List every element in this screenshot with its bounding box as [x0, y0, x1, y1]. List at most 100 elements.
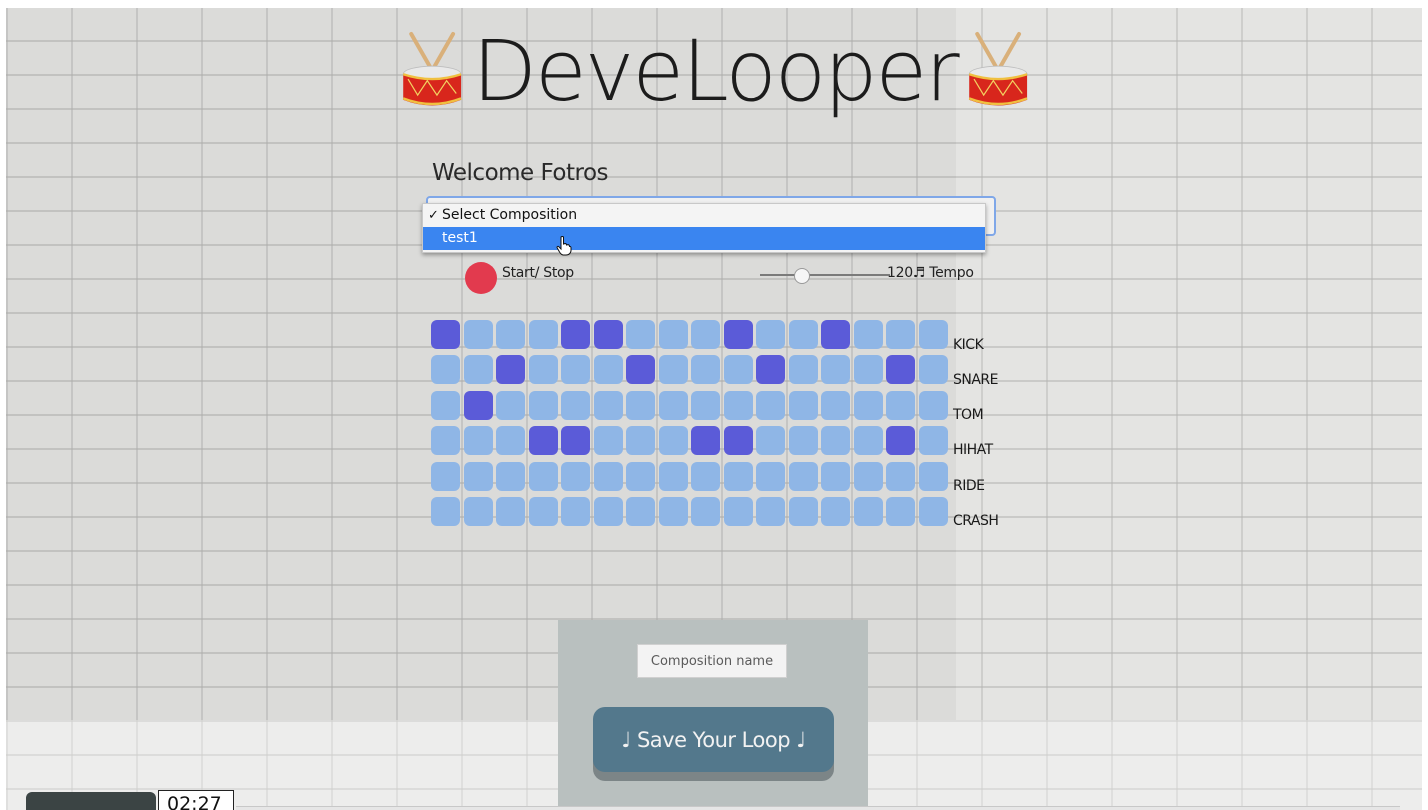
step-pad[interactable] — [658, 461, 688, 491]
step-pad[interactable] — [593, 461, 623, 491]
step-pad[interactable] — [593, 426, 623, 456]
step-pad[interactable] — [723, 320, 753, 349]
save-loop-button[interactable]: ♩ Save Your Loop ♩ — [593, 707, 834, 772]
step-pad[interactable] — [561, 355, 590, 385]
start-stop-button[interactable] — [465, 262, 497, 294]
step-pad[interactable] — [918, 426, 948, 456]
step-pad[interactable] — [431, 461, 460, 491]
step-pad[interactable] — [691, 390, 720, 420]
video-progress-bar[interactable] — [236, 806, 1400, 810]
dropdown-option-select-composition[interactable]: ✓ Select Composition — [423, 204, 985, 227]
step-pad[interactable] — [496, 320, 525, 349]
step-pad[interactable] — [821, 320, 850, 349]
step-pad[interactable] — [756, 320, 785, 349]
step-pad[interactable] — [463, 426, 493, 456]
step-pad[interactable] — [853, 426, 883, 456]
step-pad[interactable] — [528, 496, 558, 526]
step-pad[interactable] — [723, 496, 753, 526]
step-pad[interactable] — [463, 320, 493, 349]
step-pad[interactable] — [918, 355, 948, 385]
step-pad[interactable] — [723, 461, 753, 491]
dropdown-option-test1[interactable]: test1 — [423, 227, 985, 250]
step-pad[interactable] — [593, 355, 623, 385]
step-pad[interactable] — [561, 320, 590, 349]
step-pad[interactable] — [593, 390, 623, 420]
step-pad[interactable] — [886, 390, 915, 420]
step-pad[interactable] — [463, 461, 493, 491]
step-pad[interactable] — [528, 320, 558, 349]
step-pad[interactable] — [886, 426, 915, 456]
step-pad[interactable] — [528, 390, 558, 420]
step-pad[interactable] — [496, 461, 525, 491]
step-pad[interactable] — [626, 426, 655, 456]
step-pad[interactable] — [626, 496, 655, 526]
step-pad[interactable] — [561, 390, 590, 420]
step-pad[interactable] — [821, 496, 850, 526]
step-pad[interactable] — [431, 496, 460, 526]
step-pad[interactable] — [431, 320, 460, 349]
step-pad[interactable] — [496, 426, 525, 456]
step-pad[interactable] — [918, 461, 948, 491]
tempo-slider-thumb[interactable] — [794, 268, 810, 284]
step-pad[interactable] — [918, 496, 948, 526]
step-pad[interactable] — [821, 426, 850, 456]
step-pad[interactable] — [691, 426, 720, 456]
step-pad[interactable] — [886, 320, 915, 349]
step-pad[interactable] — [658, 496, 688, 526]
step-pad[interactable] — [886, 355, 915, 385]
step-pad[interactable] — [853, 390, 883, 420]
step-pad[interactable] — [918, 320, 948, 349]
step-pad[interactable] — [756, 426, 785, 456]
step-pad[interactable] — [561, 496, 590, 526]
step-pad[interactable] — [561, 426, 590, 456]
step-pad[interactable] — [561, 461, 590, 491]
composition-name-input[interactable] — [637, 644, 787, 678]
step-pad[interactable] — [821, 355, 850, 385]
step-pad[interactable] — [496, 390, 525, 420]
step-pad[interactable] — [626, 461, 655, 491]
step-pad[interactable] — [431, 390, 460, 420]
video-controls[interactable] — [26, 792, 156, 810]
step-pad[interactable] — [723, 355, 753, 385]
step-pad[interactable] — [593, 320, 623, 349]
step-pad[interactable] — [496, 496, 525, 526]
step-pad[interactable] — [756, 355, 785, 385]
step-pad[interactable] — [691, 355, 720, 385]
step-pad[interactable] — [626, 390, 655, 420]
step-pad[interactable] — [886, 496, 915, 526]
step-pad[interactable] — [788, 355, 818, 385]
step-pad[interactable] — [723, 390, 753, 420]
step-pad[interactable] — [691, 496, 720, 526]
step-pad[interactable] — [821, 390, 850, 420]
step-pad[interactable] — [788, 320, 818, 349]
step-pad[interactable] — [918, 390, 948, 420]
step-pad[interactable] — [788, 390, 818, 420]
step-pad[interactable] — [886, 461, 915, 491]
tempo-slider-track[interactable] — [760, 274, 890, 276]
step-pad[interactable] — [496, 355, 525, 385]
composition-dropdown[interactable]: ✓ Select Composition test1 — [422, 203, 986, 253]
step-pad[interactable] — [853, 461, 883, 491]
step-pad[interactable] — [853, 320, 883, 349]
step-pad[interactable] — [821, 461, 850, 491]
step-pad[interactable] — [626, 355, 655, 385]
step-pad[interactable] — [463, 355, 493, 385]
step-pad[interactable] — [788, 496, 818, 526]
step-pad[interactable] — [431, 426, 460, 456]
step-pad[interactable] — [756, 461, 785, 491]
step-pad[interactable] — [658, 426, 688, 456]
step-pad[interactable] — [691, 320, 720, 349]
step-pad[interactable] — [788, 426, 818, 456]
step-pad[interactable] — [463, 496, 493, 526]
step-pad[interactable] — [658, 355, 688, 385]
step-pad[interactable] — [463, 390, 493, 420]
step-pad[interactable] — [723, 426, 753, 456]
step-pad[interactable] — [756, 496, 785, 526]
step-pad[interactable] — [691, 461, 720, 491]
step-pad[interactable] — [593, 496, 623, 526]
step-pad[interactable] — [658, 390, 688, 420]
step-pad[interactable] — [626, 320, 655, 349]
step-pad[interactable] — [788, 461, 818, 491]
step-pad[interactable] — [528, 355, 558, 385]
step-pad[interactable] — [756, 390, 785, 420]
